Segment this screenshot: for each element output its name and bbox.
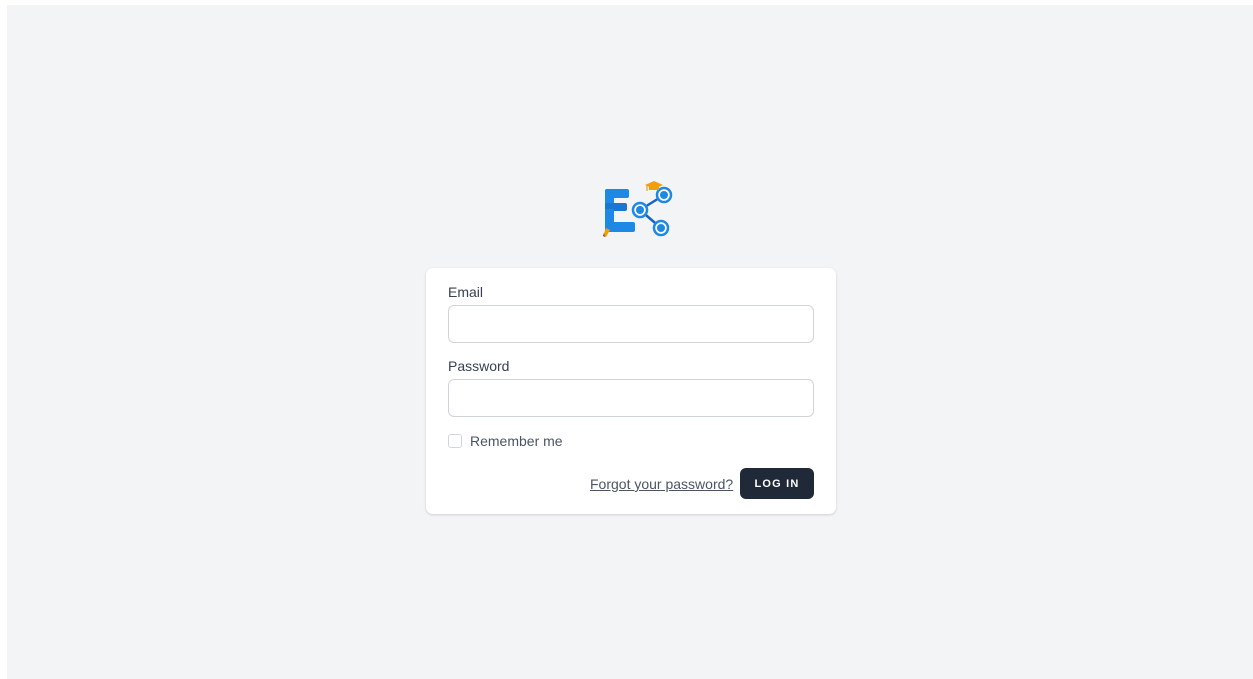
login-button[interactable]: LOG IN	[740, 468, 814, 499]
email-field[interactable]	[448, 305, 814, 343]
page-background: Email Password Remember me Forgot your p…	[7, 5, 1253, 679]
forgot-password-link[interactable]: Forgot your password?	[590, 476, 733, 492]
remember-me-checkbox[interactable]	[448, 434, 462, 448]
app-logo-icon	[603, 181, 673, 237]
remember-me-row: Remember me	[448, 433, 563, 449]
password-label: Password	[448, 358, 510, 374]
password-field[interactable]	[448, 379, 814, 417]
email-label: Email	[448, 284, 484, 300]
remember-me-label[interactable]: Remember me	[470, 433, 563, 449]
login-card: Email Password Remember me Forgot your p…	[426, 268, 836, 514]
